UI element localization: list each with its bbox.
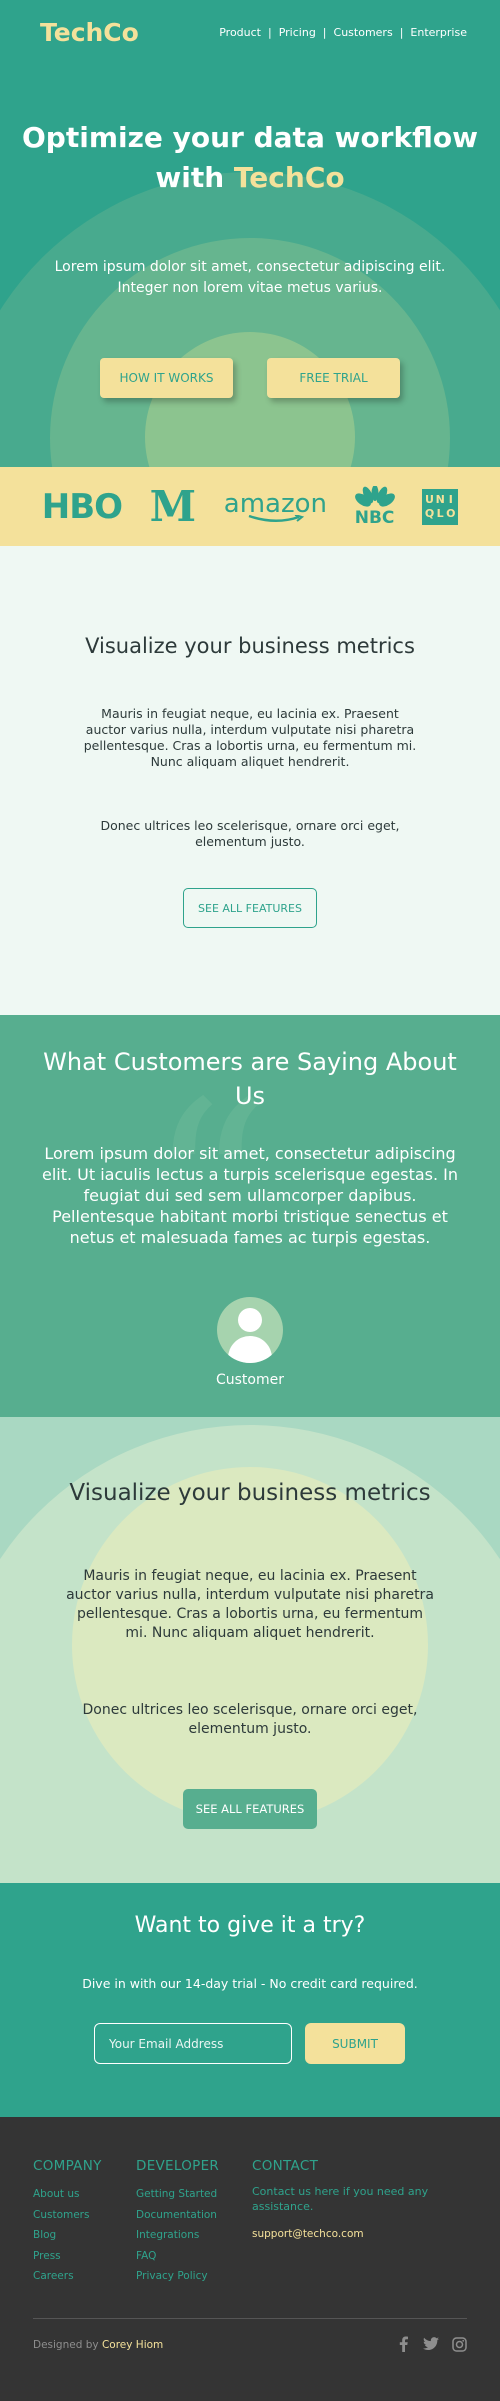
- nbc-peacock-icon: [354, 486, 395, 507]
- footer-link-getting-started[interactable]: Getting Started: [136, 2184, 219, 2205]
- hero-subtitle: Lorem ipsum dolor sit amet, consectetur …: [54, 259, 446, 296]
- nav-menu: Product | Pricing | Customers | Enterpri…: [219, 26, 467, 39]
- hero-section: TechCo Product | Pricing | Customers | E…: [0, 0, 500, 467]
- hero-title: Optimize your data workflow with TechCo: [0, 118, 500, 198]
- amazon-logo: amazon: [224, 491, 327, 523]
- nav-link-pricing[interactable]: Pricing: [279, 26, 316, 39]
- hero-title-accent: TechCo: [233, 161, 345, 194]
- customer-name: Customer: [215, 1372, 284, 1388]
- features-paragraph-2: Donec ultrices leo scelerisque, ornare o…: [100, 818, 400, 849]
- twitter-icon[interactable]: [423, 2336, 439, 2352]
- contact-link[interactable]: Contact us here if you need any assistan…: [252, 2184, 452, 2214]
- hero-title-with: with: [155, 161, 225, 194]
- nav-link-enterprise[interactable]: Enterprise: [410, 26, 467, 39]
- footer-developer-column: DEVELOPER Getting Started Documentation …: [136, 2158, 219, 2287]
- client-logos-strip: HBO M amazon NBC U N I Q L O: [0, 467, 500, 546]
- footer-link-press[interactable]: Press: [33, 2246, 102, 2267]
- support-email-link[interactable]: support@techco.com: [252, 2228, 452, 2240]
- avatar-body-shape: [228, 1336, 272, 1363]
- uniqlo-letter: I: [448, 492, 453, 506]
- mcdonalds-logo: M: [149, 481, 197, 531]
- footer-link-customers[interactable]: Customers: [33, 2205, 102, 2226]
- uniqlo-letter: N: [435, 492, 445, 506]
- how-it-works-button[interactable]: HOW IT WORKS: [100, 358, 233, 398]
- submit-button[interactable]: SUBMIT: [305, 2023, 405, 2064]
- uniqlo-logo: U N I Q L O: [422, 488, 459, 525]
- testimonial-section: “ What Customers are Saying About Us Lor…: [0, 1015, 500, 1417]
- nav-separator: |: [322, 26, 327, 39]
- uniqlo-letter: L: [436, 506, 444, 520]
- customer-avatar: [217, 1297, 283, 1363]
- footer-divider: [33, 2318, 467, 2319]
- hbo-logo: HBO: [41, 486, 123, 527]
- footer-link-documentation[interactable]: Documentation: [136, 2205, 219, 2226]
- nav-link-customers[interactable]: Customers: [334, 26, 393, 39]
- uniqlo-letter: Q: [424, 506, 435, 520]
- features-title: Visualize your business metrics: [85, 634, 415, 658]
- testimonial-quote: Lorem ipsum dolor sit amet, consectetur …: [41, 1144, 459, 1247]
- cta-subtitle: Dive in with our 14-day trial - No credi…: [82, 1976, 418, 1991]
- footer-link-privacy[interactable]: Privacy Policy: [136, 2266, 219, 2287]
- features-section-1: Visualize your business metrics Mauris i…: [0, 546, 500, 1015]
- footer-link-faq[interactable]: FAQ: [136, 2246, 219, 2267]
- nav-separator: |: [268, 26, 272, 39]
- credit-prefix: Designed by: [33, 2339, 99, 2351]
- features-section-2: Visualize your business metrics Mauris i…: [0, 1417, 500, 1883]
- uniqlo-letter: U: [425, 492, 434, 506]
- footer-link-integrations[interactable]: Integrations: [136, 2225, 219, 2246]
- footer-heading: COMPANY: [33, 2158, 102, 2174]
- amazon-smile-icon: [248, 514, 305, 522]
- hero-title-line1: Optimize your data workflow: [22, 121, 478, 154]
- see-all-features-button[interactable]: SEE ALL FEATURES: [183, 888, 317, 928]
- designer-credit: Designed by Corey Hiom: [33, 2339, 163, 2351]
- footer-heading: DEVELOPER: [136, 2158, 220, 2174]
- avatar-head-shape: [238, 1308, 262, 1332]
- facebook-icon[interactable]: [395, 2336, 411, 2352]
- footer-link-careers[interactable]: Careers: [33, 2266, 102, 2287]
- footer-contact-column: CONTACT Contact us here if you need any …: [252, 2158, 452, 2240]
- top-navigation: TechCo Product | Pricing | Customers | E…: [0, 18, 500, 50]
- footer-link-about[interactable]: About us: [33, 2184, 102, 2205]
- see-all-features-button[interactable]: SEE ALL FEATURES: [183, 1789, 317, 1829]
- footer-link-blog[interactable]: Blog: [33, 2225, 102, 2246]
- uniqlo-letter: O: [446, 506, 456, 520]
- social-links: [395, 2336, 467, 2352]
- features-paragraph-1: Mauris in feugiat neque, eu lacinia ex. …: [66, 1568, 434, 1641]
- features-title: Visualize your business metrics: [69, 1480, 431, 1506]
- instagram-icon[interactable]: [451, 2336, 467, 2352]
- features-paragraph-2: Donec ultrices leo scelerisque, ornare o…: [82, 1702, 418, 1737]
- features-decor-circle-inner: [72, 1467, 428, 1823]
- footer-company-column: COMPANY About us Customers Blog Press Ca…: [33, 2158, 102, 2287]
- nav-separator: |: [399, 26, 404, 39]
- testimonial-title: What Customers are Saying About Us: [43, 1048, 457, 1110]
- nbc-logo: NBC: [354, 486, 395, 528]
- nbc-logo-text: NBC: [354, 508, 395, 528]
- credit-author-link[interactable]: Corey Hiom: [102, 2339, 163, 2351]
- features-paragraph-1: Mauris in feugiat neque, eu lacinia ex. …: [83, 706, 417, 769]
- footer-heading: CONTACT: [252, 2158, 319, 2174]
- footer: COMPANY About us Customers Blog Press Ca…: [0, 2117, 500, 2401]
- email-input[interactable]: [94, 2023, 292, 2064]
- trial-signup-section: Want to give it a try? Dive in with our …: [0, 1883, 500, 2117]
- techco-logo[interactable]: TechCo: [40, 18, 139, 47]
- free-trial-button[interactable]: FREE TRIAL: [267, 358, 400, 398]
- cta-title: Want to give it a try?: [134, 1913, 366, 1938]
- nav-link-product[interactable]: Product: [219, 26, 261, 39]
- amazon-logo-text: amazon: [223, 488, 327, 519]
